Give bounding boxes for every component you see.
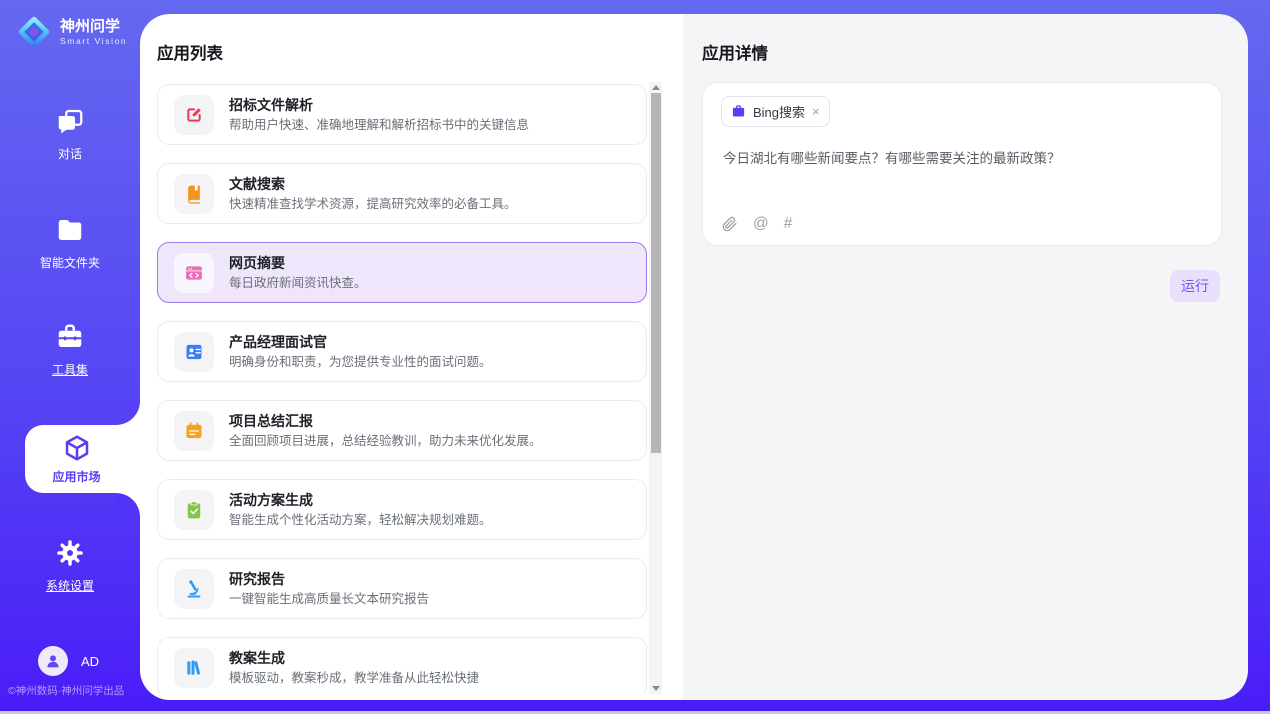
calendar-icon [184, 421, 204, 441]
app-detail-panel: 应用详情 Bing搜索 × 今日湖北有哪些新闻要点？有哪些需要关注的最新政策？ [683, 14, 1248, 700]
app-title: 招标文件解析 [229, 97, 529, 113]
at-icon[interactable]: @ [753, 216, 769, 232]
app-icon-box [174, 174, 214, 214]
app-list-scrollbar[interactable] [649, 82, 662, 694]
toolbox-icon [55, 322, 85, 352]
app-desc: 帮助用户快速、准确地理解和解析招标书中的关键信息 [229, 118, 529, 133]
app-card-bid-analysis[interactable]: 招标文件解析 帮助用户快速、准确地理解和解析招标书中的关键信息 [157, 84, 647, 145]
sidebar-item-toolset[interactable]: 工具集 [0, 322, 140, 378]
app-title: 项目总结汇报 [229, 413, 542, 429]
app-card-web-summary[interactable]: 网页摘要 每日政府新闻资讯快查。 [157, 242, 647, 303]
app-desc: 模板驱动，教案秒成，教学准备从此轻松快捷 [229, 671, 479, 686]
brand-name: 神州问学 [60, 18, 127, 36]
gear-icon [55, 538, 85, 568]
sidebar-item-label: 对话 [58, 145, 82, 162]
tool-tag-bing-search[interactable]: Bing搜索 × [721, 96, 830, 127]
person-card-icon [184, 342, 204, 362]
app-desc: 快速精准查找学术资源，提高研究效率的必备工具。 [229, 197, 517, 212]
app-list-panel: 应用列表 招标文件解析 帮助用户快速、准确地理解和解析招标书中的关键信息 [140, 14, 683, 700]
book-icon [184, 184, 204, 204]
cube-icon [62, 433, 92, 463]
sidebar: 神州问学 Smart Vision 对话 智能文件夹 [0, 0, 140, 714]
app-card-pm-interviewer[interactable]: 产品经理面试官 明确身份和职责，为您提供专业性的面试问题。 [157, 321, 647, 382]
app-title: 产品经理面试官 [229, 334, 492, 350]
app-icon-box [174, 95, 214, 135]
scroll-up-arrow-icon[interactable] [652, 85, 660, 90]
active-tab-curve-bottom [116, 493, 140, 517]
app-card-lesson-plan[interactable]: 教案生成 模板驱动，教案秒成，教学准备从此轻松快捷 [157, 637, 647, 693]
brand-tagline: Smart Vision [60, 36, 127, 46]
clipboard-check-icon [184, 500, 204, 520]
sidebar-item-label: 应用市场 [52, 468, 100, 485]
run-button[interactable]: 运行 [1170, 270, 1220, 302]
paperclip-icon[interactable] [721, 215, 738, 232]
sidebar-item-chat[interactable]: 对话 [0, 106, 140, 162]
app-desc: 全面回顾项目进展，总结经验教训，助力未来优化发展。 [229, 434, 542, 449]
composer-toolbar: @ # [721, 215, 792, 232]
app-desc: 智能生成个性化活动方案，轻松解决规划难题。 [229, 513, 492, 528]
app-desc: 每日政府新闻资讯快查。 [229, 276, 367, 291]
app-desc: 一键智能生成高质量长文本研究报告 [229, 592, 429, 607]
app-title: 网页摘要 [229, 255, 367, 271]
sidebar-item-app-market[interactable]: 应用市场 [25, 425, 140, 493]
app-title: 研究报告 [229, 571, 429, 587]
app-icon-box [174, 332, 214, 372]
app-icon-box [174, 569, 214, 609]
sidebar-item-label: 智能文件夹 [40, 254, 100, 271]
user-initials: AD [81, 654, 99, 669]
app-icon-box [174, 490, 214, 530]
app-icon-box [174, 253, 214, 293]
app-card-research-report[interactable]: 研究报告 一键智能生成高质量长文本研究报告 [157, 558, 647, 619]
app-title: 教案生成 [229, 650, 479, 666]
scroll-down-arrow-icon[interactable] [652, 686, 660, 691]
app-list: 招标文件解析 帮助用户快速、准确地理解和解析招标书中的关键信息 文献搜索 快速精… [140, 82, 683, 693]
query-composer: Bing搜索 × 今日湖北有哪些新闻要点？有哪些需要关注的最新政策？ @ # [702, 82, 1222, 246]
sidebar-item-settings[interactable]: 系统设置 [0, 538, 140, 594]
app-icon-box [174, 411, 214, 451]
app-card-project-summary[interactable]: 项目总结汇报 全面回顾项目进展，总结经验教训，助力未来优化发展。 [157, 400, 647, 461]
browser-code-icon [184, 263, 204, 283]
app-title: 文献搜索 [229, 176, 517, 192]
hash-icon[interactable]: # [784, 216, 793, 232]
tool-tag-label: Bing搜索 [753, 102, 805, 121]
app-list-title: 应用列表 [157, 40, 223, 64]
brand-logo: 神州问学 Smart Vision [15, 13, 127, 51]
app-desc: 明确身份和职责，为您提供专业性的面试问题。 [229, 355, 492, 370]
copyright-footer: ©神州数码·神州问学出品 [8, 683, 124, 698]
app-detail-title: 应用详情 [702, 40, 768, 64]
app-card-literature-search[interactable]: 文献搜索 快速精准查找学术资源，提高研究效率的必备工具。 [157, 163, 647, 224]
chat-icon [55, 106, 85, 136]
sidebar-item-label: 工具集 [52, 361, 88, 378]
briefcase-icon [731, 104, 746, 119]
app-title: 活动方案生成 [229, 492, 492, 508]
books-icon [184, 658, 204, 678]
app-icon-box [174, 648, 214, 688]
avatar [38, 646, 68, 676]
user-account[interactable]: AD [38, 646, 99, 676]
scrollbar-thumb[interactable] [651, 93, 661, 453]
active-tab-curve-top [116, 401, 140, 425]
edit-icon [184, 105, 204, 125]
app-window: 神州问学 Smart Vision 对话 智能文件夹 [0, 0, 1270, 714]
diamond-logo-icon [15, 13, 53, 51]
sidebar-item-smart-folder[interactable]: 智能文件夹 [0, 215, 140, 271]
sidebar-item-label: 系统设置 [46, 577, 94, 594]
app-card-event-plan[interactable]: 活动方案生成 智能生成个性化活动方案，轻松解决规划难题。 [157, 479, 647, 540]
close-icon[interactable]: × [812, 105, 820, 118]
folder-icon [55, 215, 85, 245]
microscope-icon [184, 579, 204, 599]
query-text-input[interactable]: 今日湖北有哪些新闻要点？有哪些需要关注的最新政策？ [723, 149, 1201, 168]
